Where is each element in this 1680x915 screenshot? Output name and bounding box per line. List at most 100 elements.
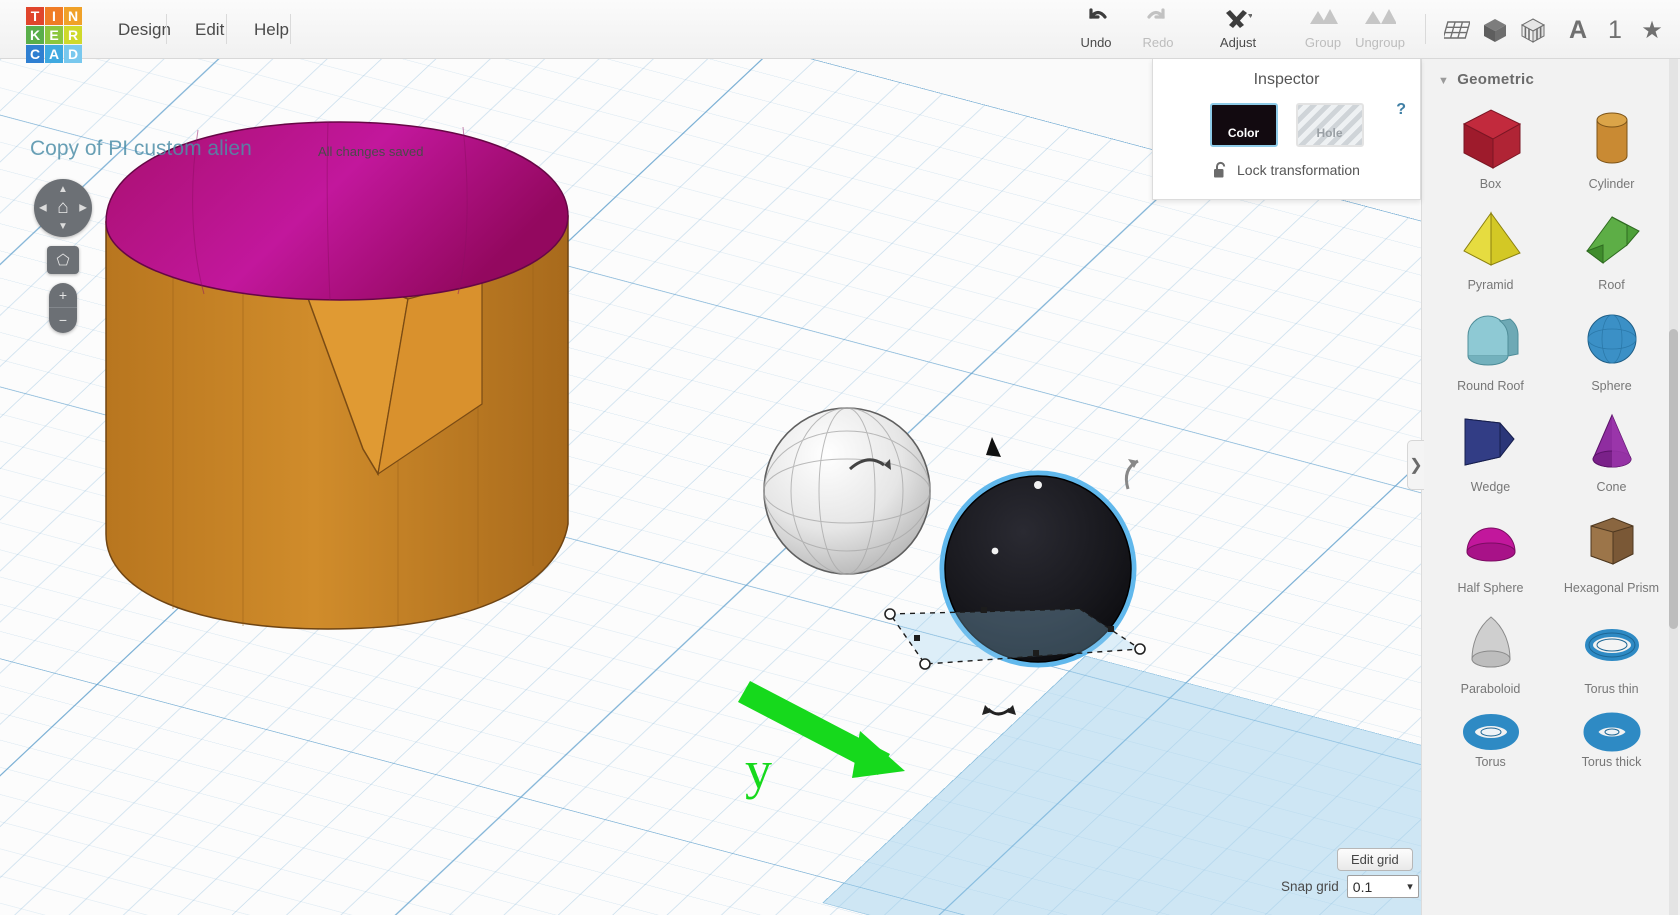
shape-label: Half Sphere: [1457, 581, 1524, 595]
shape-item-paraboloid[interactable]: Paraboloid: [1430, 603, 1551, 698]
text-a-icon: A: [1568, 15, 1588, 44]
workplane-button[interactable]: [1437, 10, 1477, 50]
hole-swatch-button[interactable]: Hole: [1295, 103, 1364, 147]
shape-item-box[interactable]: Box: [1430, 98, 1551, 193]
solid-cube-icon: [1484, 19, 1506, 42]
shape-label: Sphere: [1591, 379, 1632, 393]
inspector-title: Inspector: [1253, 71, 1320, 88]
shape-item-roof[interactable]: Roof: [1551, 199, 1672, 294]
orbit-down-icon[interactable]: ▼: [58, 221, 68, 232]
home-view-icon[interactable]: ⌂: [57, 197, 68, 219]
chevron-down-icon[interactable]: ▼: [1438, 75, 1449, 87]
rotate-handle: [849, 458, 885, 471]
ungroup-label: Ungroup: [1355, 35, 1405, 50]
lock-transformation-label: Lock transformation: [1237, 162, 1360, 178]
zoom-controls[interactable]: + −: [49, 283, 77, 333]
shape-item-half-sphere[interactable]: Half Sphere: [1430, 502, 1551, 597]
edit-grid-button[interactable]: Edit grid: [1337, 848, 1413, 871]
shape-item-pyramid[interactable]: Pyramid: [1430, 199, 1551, 294]
pyramid-icon: [1430, 203, 1551, 277]
unlocked-padlock-icon: [1214, 161, 1226, 178]
collapse-panel-button[interactable]: ❯: [1407, 440, 1424, 490]
zoom-out-button[interactable]: −: [49, 308, 77, 333]
cylinder-icon: [1551, 102, 1672, 176]
logo-tile-i: I: [45, 7, 63, 25]
adjust-button[interactable]: Adjust: [1200, 6, 1276, 54]
favorites-button[interactable]: ★: [1632, 10, 1672, 50]
solid-view-button[interactable]: [1475, 10, 1515, 50]
zoom-in-button[interactable]: +: [49, 283, 77, 308]
shape-label: Torus thick: [1581, 755, 1642, 769]
help-icon[interactable]: ?: [1396, 101, 1406, 119]
torus-icon: [1430, 708, 1551, 754]
logo-tile-e: E: [45, 26, 63, 44]
selection-gizmo[interactable]: [820, 419, 1180, 749]
workplane-icon: [1444, 21, 1470, 39]
paraboloid-icon: [1430, 607, 1551, 681]
shape-item-torus[interactable]: Torus: [1430, 704, 1551, 771]
lock-transformation-toggle[interactable]: Lock transformation: [1153, 161, 1420, 179]
shape-label: Wedge: [1470, 480, 1511, 494]
snap-grid-select[interactable]: 0.1 ▾: [1346, 875, 1419, 898]
adjust-icon: [1200, 6, 1276, 32]
shape-label: Round Roof: [1457, 379, 1524, 393]
orbit-right-icon[interactable]: ▶: [79, 203, 87, 214]
wireframe-view-button[interactable]: [1513, 10, 1553, 50]
shape-item-sphere[interactable]: Sphere: [1551, 300, 1672, 395]
height-handle: [986, 437, 1001, 457]
tinkercad-logo[interactable]: TIN KER CAD: [26, 7, 82, 63]
box-icon: [1430, 102, 1551, 176]
shape-label: Torus: [1475, 755, 1506, 769]
ungroup-button[interactable]: Ungroup: [1342, 6, 1418, 54]
shape-label: Roof: [1598, 278, 1625, 292]
logo-tile-d: D: [64, 45, 82, 63]
shape-category-header[interactable]: ▼ Geometric: [1422, 59, 1680, 98]
snap-grid-value: 0.1: [1352, 878, 1373, 895]
text-tool-button[interactable]: A: [1558, 10, 1598, 50]
ruler-tool-button[interactable]: 1: [1595, 10, 1635, 50]
half-sphere-icon: [1430, 506, 1551, 580]
inspector-swatch-row: Color Hole: [1153, 103, 1420, 147]
star-icon: ★: [1641, 16, 1663, 44]
color-swatch-button[interactable]: Color: [1209, 103, 1278, 147]
shape-label: Pyramid: [1467, 278, 1514, 292]
shape-item-torus-thick[interactable]: Torus thick: [1551, 704, 1672, 771]
ruler-one-icon: 1: [1608, 15, 1622, 44]
redo-label: Redo: [1142, 35, 1174, 50]
redo-icon: [1120, 6, 1196, 32]
logo-tile-c: C: [26, 45, 44, 63]
shape-item-round-roof[interactable]: Round Roof: [1430, 300, 1551, 395]
roof-icon: [1551, 203, 1672, 277]
shape-grid: Box Cylinder Pyramid Roof Round Roof Sph…: [1422, 98, 1680, 771]
shape-label: Cylinder: [1588, 177, 1635, 191]
hole-swatch-label: Hole: [1316, 126, 1343, 140]
axis-label-y: y: [745, 740, 772, 800]
wedge-icon: [1430, 405, 1551, 479]
shape-item-cone[interactable]: Cone: [1551, 401, 1672, 496]
fit-view-cube-icon[interactable]: ⬠: [47, 246, 79, 274]
menu-divider-2: [226, 14, 227, 44]
view-orbit-pad[interactable]: ▲ ▼ ◀ ▶ ⌂: [34, 179, 92, 237]
shape-library-panel[interactable]: ▼ Geometric Box Cylinder Pyramid Roof Ro…: [1421, 59, 1680, 915]
orbit-up-icon[interactable]: ▲: [58, 184, 68, 195]
chevron-right-icon: ❯: [1409, 457, 1423, 474]
logo-tile-a: A: [45, 45, 63, 63]
shape-item-hexagonal-prism[interactable]: Hexagonal Prism: [1551, 502, 1672, 597]
adjust-label: Adjust: [1219, 35, 1257, 50]
redo-button[interactable]: Redo: [1120, 6, 1196, 54]
shape-item-cylinder[interactable]: Cylinder: [1551, 98, 1672, 193]
cupcake-model[interactable]: [78, 104, 598, 634]
shape-panel-scrollbar-thumb[interactable]: [1669, 329, 1678, 629]
menu-help[interactable]: Help: [234, 0, 309, 59]
shape-item-wedge[interactable]: Wedge: [1430, 401, 1551, 496]
inspector-panel[interactable]: Inspector ? Color Hole Lock transformati…: [1152, 59, 1421, 200]
shape-label: Cone: [1596, 480, 1627, 494]
shape-label: Hexagonal Prism: [1563, 581, 1660, 595]
shape-item-torus-thin[interactable]: Torus thin: [1551, 603, 1672, 698]
view-navigation-widget[interactable]: ▲ ▼ ◀ ▶ ⌂ ⬠ + −: [34, 179, 96, 333]
logo-tile-t: T: [26, 7, 44, 25]
snap-grid-label: Snap grid: [1281, 879, 1339, 894]
shape-label: Box: [1479, 177, 1502, 191]
orbit-left-icon[interactable]: ◀: [39, 203, 47, 214]
ungroup-icon: [1342, 6, 1418, 32]
